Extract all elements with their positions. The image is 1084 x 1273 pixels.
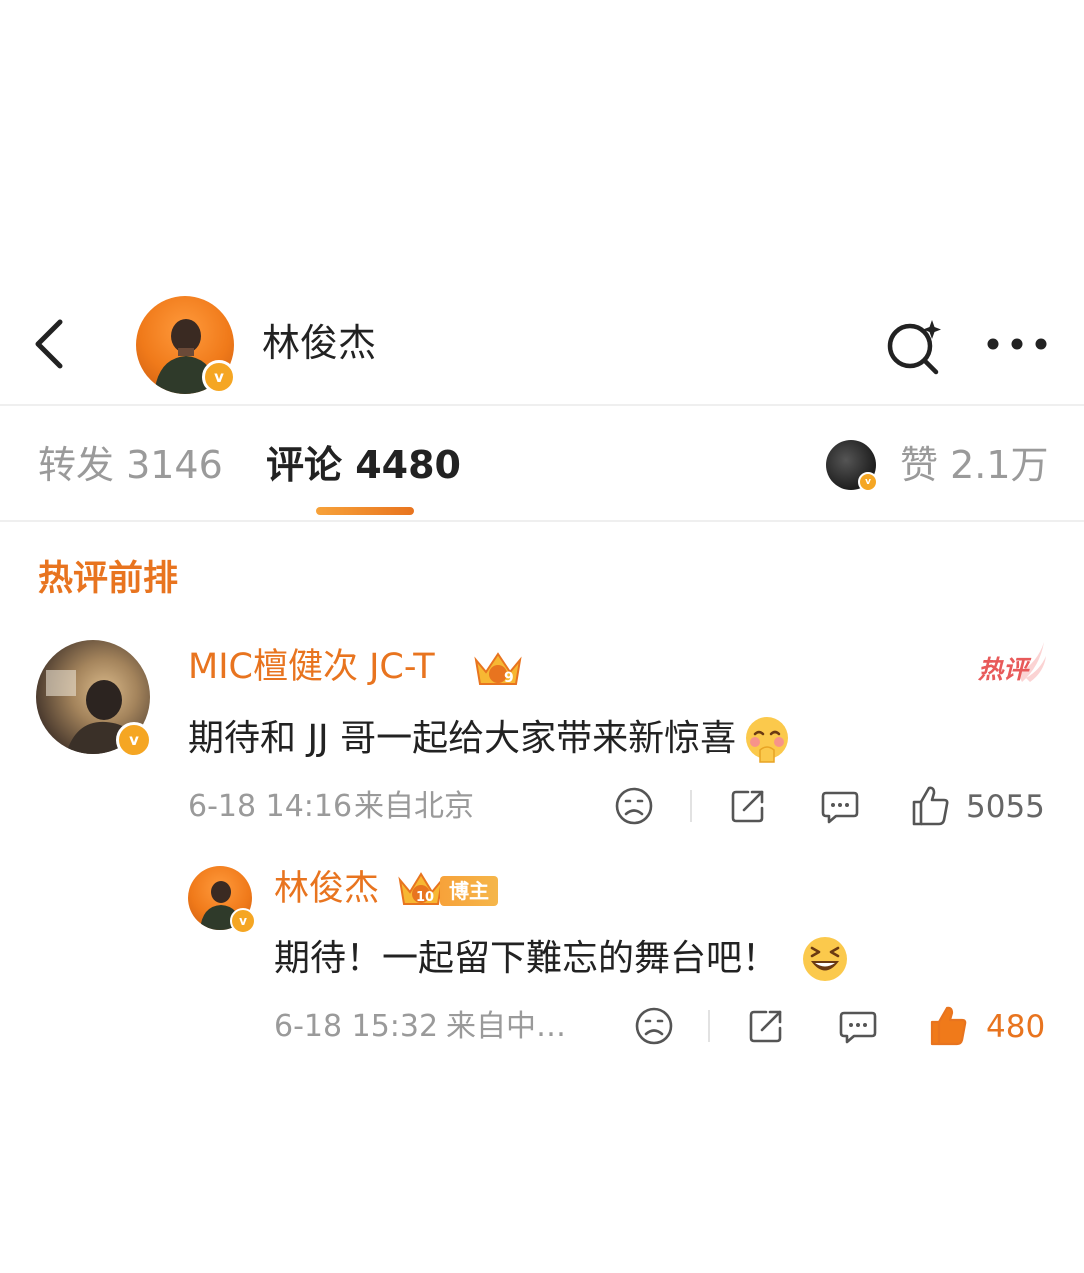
tab-repost[interactable]: 转发 3146 [38, 446, 223, 484]
comment-time: 6-18 14:16 [188, 789, 353, 824]
badge-level: 9 [504, 670, 514, 686]
sad-face-icon [635, 1007, 673, 1045]
verified-badge-icon: v [202, 360, 236, 394]
like-button[interactable]: 480 [928, 1002, 1050, 1050]
author-avatar-container[interactable]: v [136, 296, 236, 396]
dislike-button[interactable] [612, 784, 656, 828]
comment-text: 期待和 JJ 哥一起给大家带来新惊喜 [188, 714, 792, 764]
tab-comment[interactable]: 评论 4480 [266, 446, 461, 484]
back-button[interactable] [22, 312, 78, 376]
hot-comment-label: 热评 [978, 638, 1048, 688]
sad-face-icon [615, 787, 653, 825]
chevron-left-icon [35, 319, 63, 369]
grin-emoji-icon [800, 934, 850, 984]
share-button[interactable] [726, 784, 770, 828]
share-icon [731, 790, 764, 823]
verified-badge-icon: v [230, 908, 256, 934]
more-button[interactable] [982, 322, 1052, 366]
liker-avatar-container[interactable]: v [826, 440, 880, 492]
like-count: 5055 [966, 789, 1045, 825]
verified-badge-icon: v [116, 722, 152, 758]
thumbs-up-filled-icon [930, 1006, 967, 1046]
crown-badge-icon: 10 [396, 868, 446, 912]
verified-badge-icon: v [858, 472, 878, 492]
comment-bubble-icon [839, 1011, 877, 1044]
dislike-button[interactable] [632, 1004, 676, 1048]
action-divider [690, 790, 692, 822]
replier-avatar-container[interactable]: v [188, 866, 256, 934]
like-button[interactable]: 5055 [910, 782, 1050, 830]
section-title: 热评前排 [38, 559, 179, 599]
comment-username[interactable]: MIC檀健次 JC-T [188, 650, 435, 685]
crown-badge-icon: 9 [470, 646, 526, 692]
like-count: 480 [986, 1009, 1046, 1045]
reply-time: 6-18 15:32 [274, 1009, 439, 1044]
badge-level: 10 [416, 890, 435, 905]
reply-text: 期待！一起留下難忘的舞台吧！ [274, 934, 850, 984]
action-divider [708, 1010, 710, 1042]
blush-emoji-icon [742, 714, 792, 764]
tabs-divider [0, 520, 1084, 522]
reply-button[interactable] [836, 1004, 880, 1048]
comment-bubble-icon [821, 791, 859, 824]
active-tab-indicator [316, 507, 414, 515]
reply-username[interactable]: 林俊杰 [274, 872, 379, 907]
reply-button[interactable] [818, 784, 862, 828]
comment-location: 来自北京 [354, 789, 474, 824]
reply-location: 来自中… [446, 1009, 566, 1044]
tab-like[interactable]: 赞 2.1万 [900, 446, 1049, 484]
search-button[interactable] [882, 314, 946, 378]
ellipsis-icon [987, 338, 1047, 350]
reply-item: v 林俊杰 10 博主 期待！一起留下難忘的舞台吧！ 6-18 15:32 来自… [0, 862, 1084, 1062]
blogger-badge: 博主 [440, 876, 498, 906]
commenter-avatar-container[interactable]: v [36, 640, 154, 758]
search-sparkle-icon [887, 320, 941, 375]
share-button[interactable] [744, 1004, 788, 1048]
header-divider [0, 404, 1084, 406]
share-icon [749, 1010, 782, 1043]
page-title: 林俊杰 [262, 321, 377, 365]
comment-item: v MIC檀健次 JC-T 9 热评 期待和 JJ 哥一起给大家带来新惊喜 6-… [0, 630, 1084, 840]
thumbs-up-icon [912, 786, 949, 826]
